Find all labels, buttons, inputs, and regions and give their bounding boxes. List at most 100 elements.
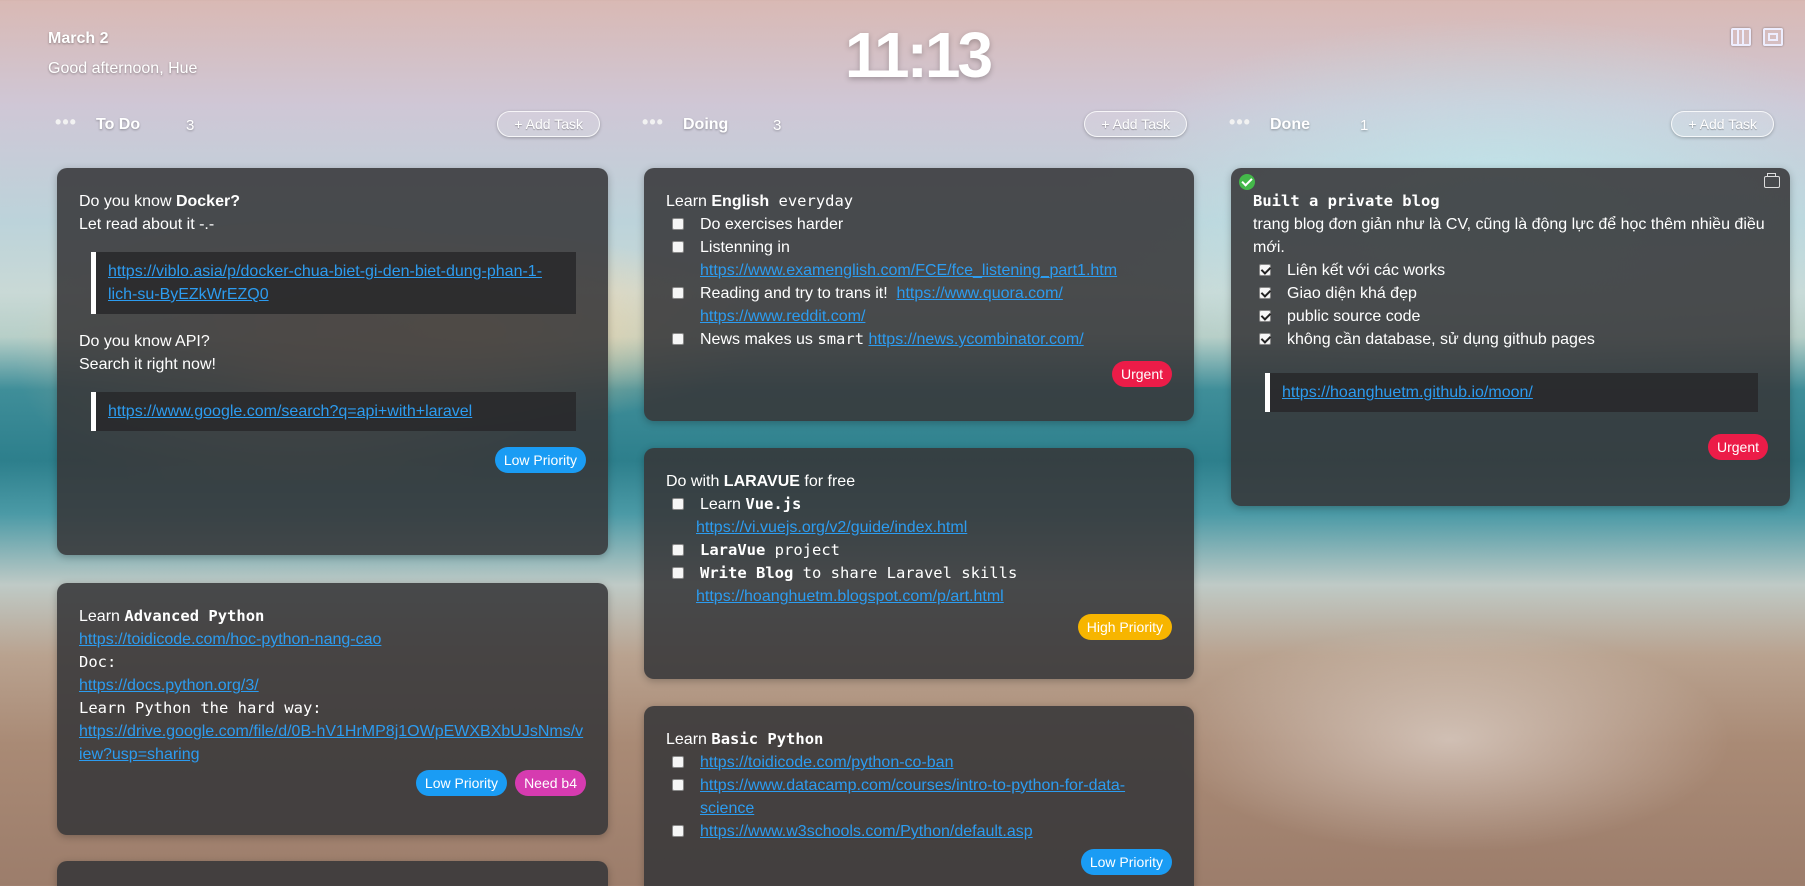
card-text: Do you know API? — [79, 333, 210, 350]
add-task-button[interactable]: + Add Task — [1084, 111, 1187, 137]
card-text: Learn Advanced Python — [79, 607, 265, 625]
checkbox[interactable] — [672, 567, 684, 579]
checklist-item: Giao diện khá đẹp — [1253, 282, 1768, 305]
card-text: Do you know Docker? — [79, 193, 240, 210]
checklist-item: https://www.datacamp.com/courses/intro-t… — [666, 774, 1172, 820]
task-card-basic-python[interactable]: Learn Basic Python https://toidicode.com… — [644, 706, 1194, 886]
checkbox[interactable] — [672, 241, 684, 253]
checklist-item: LaraVue project — [666, 539, 1172, 562]
checkbox[interactable] — [672, 756, 684, 768]
checklist-item: News makes us smart https://news.ycombin… — [666, 328, 1172, 351]
add-task-button[interactable]: + Add Task — [1671, 111, 1774, 137]
card-link[interactable]: https://toidicode.com/python-co-ban — [700, 751, 953, 774]
card-tags: Low Priority — [666, 849, 1172, 875]
fullscreen-icon[interactable] — [1763, 28, 1783, 46]
task-card-partial[interactable] — [57, 861, 608, 886]
checklist-item: public source code — [1253, 305, 1768, 328]
column-count: 3 — [773, 116, 782, 134]
checkbox-checked[interactable] — [1259, 287, 1271, 299]
task-card-laravue[interactable]: Do with LARAVUE for free Learn Vue.js ht… — [644, 448, 1194, 679]
card-link[interactable]: https://www.datacamp.com/courses/intro-t… — [700, 774, 1172, 820]
card-text: Let read about it -.- — [79, 216, 215, 233]
done-check-icon — [1239, 174, 1255, 190]
tag-need-b4[interactable]: Need b4 — [515, 770, 586, 796]
card-link[interactable]: https://drive.google.com/file/d/0B-hV1Hr… — [79, 720, 586, 766]
card-title: Learn Basic Python — [666, 730, 824, 748]
column-count: 1 — [1360, 116, 1369, 134]
card-link[interactable]: https://www.w3schools.com/Python/default… — [700, 820, 1033, 843]
task-card-english[interactable]: Learn English everyday Do exercises hard… — [644, 168, 1194, 421]
tag-high-priority[interactable]: High Priority — [1077, 614, 1172, 640]
board-view-icon[interactable] — [1731, 28, 1751, 46]
card-quote: https://viblo.asia/p/docker-chua-biet-gi… — [91, 252, 576, 314]
task-card-advanced-python[interactable]: Learn Advanced Python https://toidicode.… — [57, 583, 608, 835]
card-link[interactable]: https://www.google.com/search?q=api+with… — [108, 403, 472, 420]
checkbox[interactable] — [672, 333, 684, 345]
card-text: Search it right now! — [79, 356, 216, 373]
card-link[interactable]: https://toidicode.com/hoc-python-nang-ca… — [79, 628, 586, 651]
checklist-item: không cần database, sử dụng github pages — [1253, 328, 1768, 351]
card-quote: https://www.google.com/search?q=api+with… — [91, 392, 576, 431]
card-link[interactable]: https://www.quora.com/ — [897, 285, 1063, 302]
checkbox[interactable] — [672, 779, 684, 791]
card-text: Learn Python the hard way: — [79, 699, 322, 717]
tag-low-priority[interactable]: Low Priority — [1080, 849, 1172, 875]
card-quote: https://hoanghuetm.github.io/moon/ — [1265, 373, 1758, 412]
card-link[interactable]: https://vi.vuejs.org/v2/guide/index.html — [666, 516, 1172, 539]
checkbox-checked[interactable] — [1259, 310, 1271, 322]
column-title: To Do — [96, 116, 141, 133]
column-title: Doing — [683, 116, 729, 133]
checklist-item: Reading and try to trans it! https://www… — [666, 282, 1172, 328]
task-card-private-blog[interactable]: Built a private blog trang blog đơn giản… — [1231, 168, 1790, 506]
card-tags: Low Priority — [79, 447, 586, 473]
card-link[interactable]: https://www.reddit.com/ — [700, 308, 865, 325]
column-menu-icon[interactable]: ••• — [635, 113, 671, 134]
card-link[interactable]: https://viblo.asia/p/docker-chua-biet-gi… — [108, 263, 542, 303]
add-task-button[interactable]: + Add Task — [497, 111, 600, 137]
card-tags: High Priority — [666, 614, 1172, 640]
tag-urgent[interactable]: Urgent — [1707, 434, 1768, 460]
column-header: ••• To Do 3 + Add Task — [48, 110, 600, 140]
top-right-toolbar — [1731, 28, 1783, 46]
card-link[interactable]: https://docs.python.org/3/ — [79, 674, 586, 697]
tag-low-priority[interactable]: Low Priority — [415, 770, 508, 796]
column-doing: ••• Doing 3 + Add Task — [635, 110, 1187, 140]
checkbox-checked[interactable] — [1259, 264, 1271, 276]
checkbox[interactable] — [672, 287, 684, 299]
column-menu-icon[interactable]: ••• — [1222, 113, 1258, 134]
checklist-item: Write Blog to share Laravel skills — [666, 562, 1172, 585]
column-title: Done — [1270, 116, 1310, 133]
tag-urgent[interactable]: Urgent — [1111, 361, 1172, 387]
checklist-item: Do exercises harder — [666, 213, 1172, 236]
checkbox[interactable] — [672, 825, 684, 837]
column-header: ••• Done 1 + Add Task — [1222, 110, 1774, 140]
card-tags: Low Priority Need b4 — [79, 770, 586, 796]
task-card-docker[interactable]: Do you know Docker? Let read about it -.… — [57, 168, 608, 555]
card-text: Doc: — [79, 653, 117, 671]
checklist-item: https://www.w3schools.com/Python/default… — [666, 820, 1172, 843]
checkbox[interactable] — [672, 498, 684, 510]
card-text: trang blog đơn giản như là CV, cũng là đ… — [1253, 216, 1765, 256]
card-tags: Urgent — [1253, 434, 1768, 460]
card-title: Do with LARAVUE for free — [666, 473, 856, 490]
card-link[interactable]: https://hoanghuetm.blogspot.com/p/art.ht… — [666, 585, 1172, 608]
tag-low-priority[interactable]: Low Priority — [494, 447, 586, 473]
checklist-item: https://toidicode.com/python-co-ban — [666, 751, 1172, 774]
card-link[interactable]: https://www.examenglish.com/FCE/fce_list… — [700, 262, 1117, 279]
column-todo: ••• To Do 3 + Add Task — [48, 110, 600, 140]
archive-icon[interactable] — [1764, 173, 1780, 188]
checkbox[interactable] — [672, 544, 684, 556]
column-header: ••• Doing 3 + Add Task — [635, 110, 1187, 140]
column-done: ••• Done 1 + Add Task — [1222, 110, 1774, 140]
card-tags: Urgent — [666, 361, 1172, 387]
card-title: Learn English everyday — [666, 192, 854, 210]
checkbox[interactable] — [672, 218, 684, 230]
column-count: 3 — [186, 116, 195, 134]
checklist-item: Learn Vue.js — [666, 493, 1172, 516]
checkbox-checked[interactable] — [1259, 333, 1271, 345]
checklist-item: Listenning in https://www.examenglish.com… — [666, 236, 1172, 282]
checklist-item: Liên kết với các works — [1253, 259, 1768, 282]
card-link[interactable]: https://hoanghuetm.github.io/moon/ — [1282, 384, 1533, 401]
column-menu-icon[interactable]: ••• — [48, 113, 84, 134]
card-link[interactable]: https://news.ycombinator.com/ — [869, 331, 1084, 348]
